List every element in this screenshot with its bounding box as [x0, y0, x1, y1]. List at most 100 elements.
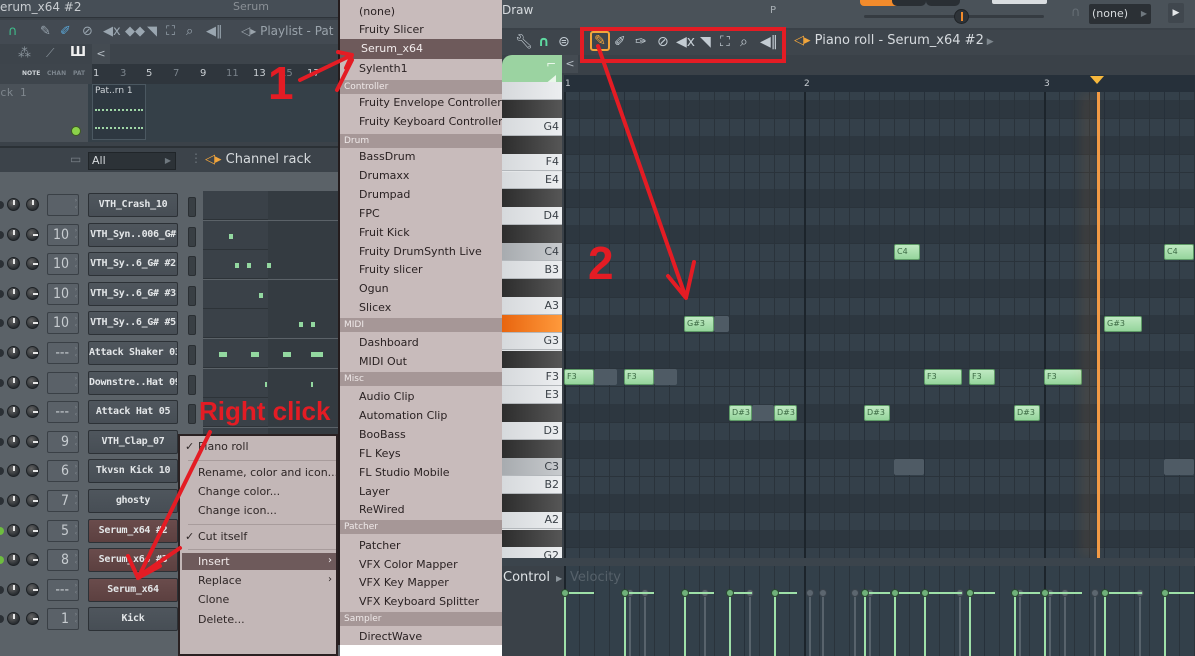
velocity-stem[interactable]: [1101, 589, 1142, 656]
volume-knob[interactable]: [26, 494, 39, 507]
plugin-menu-item[interactable]: Ogun: [359, 282, 389, 296]
pencil-icon[interactable]: ✎: [40, 23, 51, 41]
piano-keyboard[interactable]: G4 F4 E4 D4 C4 B3 A3 G3 F3 E3 D3 C3 B2 A2 G2: [502, 82, 562, 566]
control-splitter[interactable]: [502, 558, 1195, 566]
velocity-stem[interactable]: [681, 589, 714, 656]
piano-key[interactable]: E3: [502, 386, 562, 405]
channel-button[interactable]: VTH_Syn..006_G#: [88, 222, 178, 247]
plugin-menu-item[interactable]: Fruity DrumSynth Live: [359, 245, 482, 259]
pan-knob[interactable]: [7, 434, 20, 448]
channel-select-slot[interactable]: [188, 285, 196, 306]
channel-led[interactable]: [0, 585, 4, 594]
plugin-menu-item[interactable]: Drumaxx: [359, 169, 409, 183]
channel-select-slot[interactable]: [188, 404, 196, 425]
plugin-menu-item[interactable]: Automation Clip: [359, 409, 447, 423]
velocity-stem[interactable]: [1015, 589, 1024, 656]
volume-knob[interactable]: [26, 346, 39, 359]
channel-button[interactable]: VTH_Sy..6_G# #3: [88, 281, 178, 306]
context-menu-item[interactable]: Replace: [198, 574, 242, 587]
channel-select-slot[interactable]: [188, 226, 196, 247]
step-note[interactable]: [259, 292, 263, 298]
velocity-lane[interactable]: [561, 566, 1195, 656]
scroll-left-button[interactable]: <: [92, 44, 110, 64]
channel-button[interactable]: Tkvsn Kick 10: [88, 459, 178, 484]
channel-button[interactable]: VTH_Crash_10: [88, 193, 178, 217]
pattern-clip[interactable]: Pat..rn 1: [92, 84, 146, 140]
plugin-menu-item[interactable]: MIDI Out: [359, 355, 407, 369]
channel-select-slot[interactable]: [188, 345, 196, 365]
delete-icon[interactable]: ⊘: [82, 23, 93, 41]
chevron-right-icon[interactable]: ▶: [984, 37, 994, 47]
velocity-stem[interactable]: [891, 589, 921, 656]
note[interactable]: G#3: [1104, 315, 1142, 332]
note[interactable]: C4: [1164, 244, 1194, 261]
plugin-menu-item[interactable]: Dashboard: [359, 336, 419, 350]
channel-row[interactable]: › ‹ Downstre..Hat 09: [0, 368, 340, 399]
snap-select[interactable]: (none) ▶: [1089, 4, 1151, 24]
piano-key[interactable]: [502, 493, 562, 512]
velocity-stem[interactable]: [745, 589, 754, 656]
piano-icon[interactable]: Ш: [70, 45, 86, 60]
volume-knob[interactable]: [26, 553, 39, 567]
plugin-menu-item[interactable]: Fruity Envelope Controller: [359, 96, 502, 110]
volume-knob[interactable]: [26, 286, 39, 300]
channel-select-slot[interactable]: [188, 315, 196, 336]
mixer-track-box[interactable]: --- › ‹: [47, 401, 79, 424]
menu-icon[interactable]: ⊜: [558, 32, 570, 52]
channel-filter-select[interactable]: All ▶: [88, 152, 176, 170]
pan-knob[interactable]: [7, 523, 20, 537]
piano-key[interactable]: C4: [502, 243, 562, 261]
velocity-stem[interactable]: [625, 589, 634, 656]
channel-led[interactable]: [0, 319, 4, 328]
context-menu-item[interactable]: Change color...: [198, 485, 280, 498]
velocity-stem[interactable]: [861, 589, 891, 656]
context-menu-item[interactable]: Clone: [198, 593, 229, 606]
tempo-display[interactable]: [992, 0, 1047, 4]
step-note[interactable]: [283, 352, 291, 357]
note[interactable]: F3: [969, 369, 996, 386]
context-menu-item[interactable]: Cut itself: [198, 530, 247, 543]
volume-knob[interactable]: [26, 582, 39, 596]
context-menu-item[interactable]: Rename, color and icon...: [198, 466, 338, 479]
channel-button[interactable]: ghosty: [88, 489, 178, 513]
snap-magnet-icon[interactable]: ∩: [1071, 5, 1081, 20]
headphones-icon[interactable]: ∩: [8, 23, 18, 41]
context-menu-item[interactable]: Piano roll: [198, 440, 249, 453]
volume-knob[interactable]: [26, 464, 39, 478]
step-sequencer-row[interactable]: [203, 309, 340, 339]
note[interactable]: F3: [564, 369, 594, 386]
plugin-menu-item[interactable]: Serum_x64: [340, 39, 503, 59]
piano-key[interactable]: [502, 278, 562, 297]
step-sequencer-row[interactable]: [203, 279, 340, 309]
step-note[interactable]: [247, 263, 251, 269]
channel-led[interactable]: [0, 408, 4, 417]
volume-knob[interactable]: [26, 227, 39, 241]
velocity-stem[interactable]: [865, 589, 874, 656]
step-note[interactable]: [229, 233, 233, 239]
channel-led[interactable]: [0, 467, 4, 476]
mixer-track-box[interactable]: 6 › ‹: [47, 460, 79, 483]
transport-button[interactable]: [892, 0, 926, 6]
velocity-stem[interactable]: [966, 589, 996, 656]
piano-key[interactable]: [502, 529, 562, 548]
volume-knob[interactable]: [26, 523, 39, 537]
pan-knob[interactable]: [7, 375, 20, 389]
waveform-icon[interactable]: ⁂: [18, 46, 31, 61]
piano-key[interactable]: B2: [502, 475, 562, 494]
mixer-track-box[interactable]: 5 › ‹: [47, 519, 79, 542]
mixer-track-box[interactable]: › ‹: [47, 371, 79, 394]
channel-row[interactable]: › ‹ VTH_Crash_10: [0, 191, 340, 221]
plugin-menu-item[interactable]: Layer: [359, 485, 390, 499]
step-note[interactable]: [251, 352, 259, 357]
mixer-track-box[interactable]: 10 › ‹: [47, 223, 79, 246]
channel-led[interactable]: [0, 260, 4, 269]
plugin-menu-item[interactable]: FL Studio Mobile: [359, 466, 450, 480]
pan-knob[interactable]: [7, 257, 20, 271]
piano-key[interactable]: [502, 225, 562, 244]
plugin-menu-item[interactable]: Audio Clip: [359, 390, 415, 404]
slip-icon[interactable]: ◆◆: [125, 23, 145, 41]
channel-led[interactable]: [0, 437, 4, 446]
channel-button[interactable]: VTH_Sy..6_G# #5: [88, 311, 178, 336]
step-note[interactable]: [311, 322, 315, 328]
channel-row[interactable]: 10 › ‹ VTH_Sy..6_G# #2: [0, 250, 340, 280]
